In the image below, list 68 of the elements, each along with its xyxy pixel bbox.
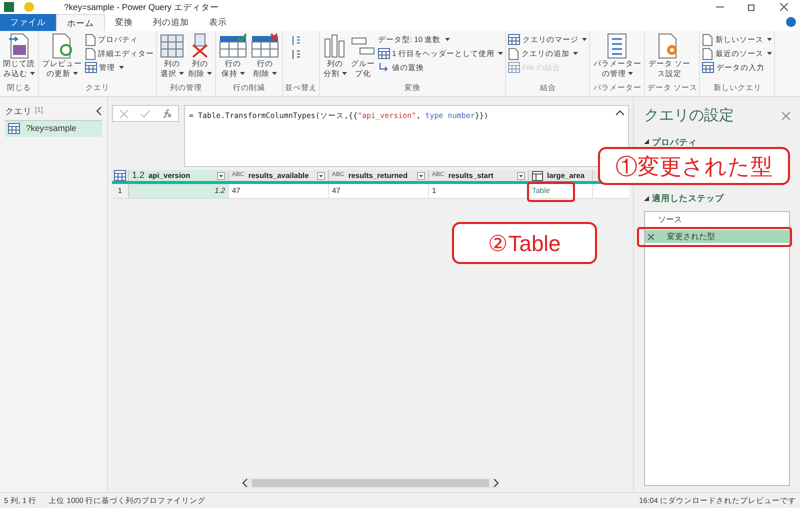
document-icon [85, 34, 96, 46]
table-icon [8, 123, 20, 134]
filter-dropdown-icon[interactable] [517, 172, 525, 180]
document-icon [702, 34, 714, 46]
ribbon-tab[interactable]: 表示 [199, 14, 237, 31]
table-icon [702, 62, 714, 73]
collapse-icon[interactable] [96, 107, 102, 116]
horizontal-scrollbar[interactable] [242, 478, 499, 488]
columns-icon [160, 33, 184, 59]
filter-dropdown-icon[interactable] [217, 172, 225, 180]
caret-icon [767, 38, 772, 42]
expand-triangle-icon[interactable] [644, 139, 649, 144]
scroll-left-icon[interactable] [242, 479, 248, 487]
file-tab[interactable]: ファイル [0, 14, 56, 31]
table-menu-button[interactable] [112, 170, 129, 181]
document-icon [702, 48, 714, 60]
table-icon [508, 62, 520, 73]
delete-step-icon[interactable] [648, 234, 654, 240]
caret-icon [30, 72, 34, 76]
caret-icon [72, 72, 78, 76]
ribbon-tab[interactable]: ホーム [56, 14, 105, 31]
caret-icon [582, 38, 588, 42]
ribbon-tab[interactable]: 列の追加 [143, 14, 199, 31]
caret-icon [119, 66, 124, 70]
table-icon [508, 34, 520, 45]
replace-icon [378, 62, 390, 73]
scroll-right-icon[interactable] [493, 479, 499, 487]
caret-icon [573, 52, 578, 56]
caret-icon [628, 72, 633, 76]
step-item[interactable]: ソース [645, 213, 789, 226]
type-label: 1.2 [132, 168, 145, 182]
caret-icon [498, 52, 504, 56]
filter-dropdown-icon[interactable] [417, 172, 425, 180]
section-heading[interactable]: 適用したステップ [652, 192, 724, 205]
collapse-up-icon[interactable] [616, 110, 624, 116]
document-icon [85, 48, 96, 60]
section-heading[interactable]: プロパティ [652, 136, 697, 148]
caret-icon [206, 72, 212, 76]
callout: ①変更された型 [598, 147, 790, 185]
restore-icon[interactable] [748, 3, 756, 11]
window-title: ?key=sample - Power Query エディター [64, 0, 219, 14]
highlight-frame [527, 182, 575, 202]
expand-triangle-icon[interactable] [644, 196, 649, 202]
sort-descending-icon[interactable] [291, 49, 301, 60]
app-logo-icon [4, 2, 14, 12]
check-icon[interactable] [140, 110, 150, 118]
close-icon[interactable] [780, 3, 788, 11]
table-icon [85, 62, 97, 73]
caret-icon [767, 52, 772, 56]
caret-icon [444, 38, 450, 42]
document-icon [508, 48, 520, 60]
table-icon [114, 170, 126, 181]
table-icon [378, 48, 390, 59]
sort-ascending-icon[interactable] [291, 35, 301, 46]
function-icon[interactable] [162, 109, 172, 118]
filter-dropdown-icon[interactable] [317, 172, 325, 180]
query-item[interactable]: ?key=sample [5, 120, 102, 137]
step-item[interactable]: 変更された型 [645, 230, 789, 243]
ribbon-tab[interactable]: 変換 [105, 14, 143, 31]
caret-icon [272, 72, 276, 76]
pane-title: クエリの設定 [644, 106, 734, 126]
pane-title: クエリ [5, 105, 32, 118]
caret-icon [178, 72, 184, 76]
caret-icon [342, 72, 346, 76]
callout: ②Table [452, 222, 597, 264]
table-icon [532, 170, 543, 180]
caret-icon [240, 72, 244, 76]
close-icon[interactable] [782, 112, 790, 120]
